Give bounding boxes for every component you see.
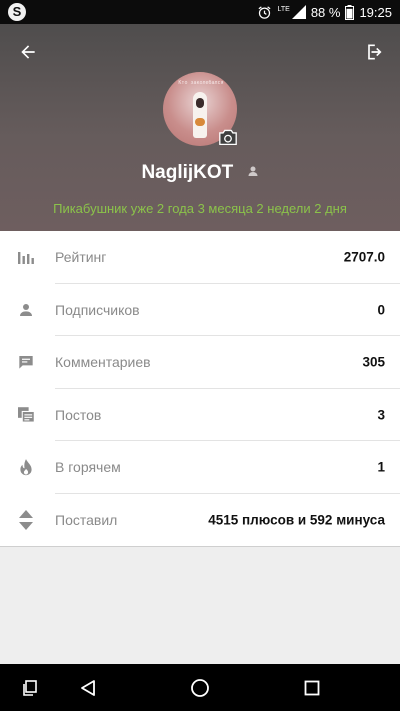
stat-label: Подписчиков: [55, 301, 140, 318]
avatar-caption: Кто заколебался: [178, 80, 224, 86]
bar-chart-icon: [16, 247, 36, 267]
stat-value: 305: [362, 354, 385, 370]
nav-overview-button[interactable]: [282, 664, 342, 711]
recent-apps-button[interactable]: [0, 664, 60, 711]
user-icon: [248, 166, 258, 176]
stat-value: 1: [377, 459, 385, 475]
stat-row-comments: Комментариев 305: [0, 336, 400, 389]
stat-label: Поставил: [55, 511, 118, 528]
alarm-icon: [258, 5, 271, 19]
back-triangle-icon: [81, 679, 95, 696]
overview-square-icon: [304, 680, 320, 695]
stat-label: В горячем: [55, 459, 121, 476]
stat-label: Постов: [55, 406, 102, 423]
skype-icon: S: [8, 3, 26, 21]
tenure-text: Пикабушник уже 2 года 3 месяца 2 недели …: [53, 201, 347, 216]
status-bar: S LTE 88 % 19:25: [0, 0, 400, 24]
battery-percent: 88 %: [310, 4, 341, 20]
stat-row-rating: Рейтинг 2707.0: [0, 231, 400, 284]
stat-value: 0: [377, 302, 385, 318]
avatar-image: [193, 92, 207, 138]
logout-button[interactable]: [360, 38, 388, 66]
status-bar-right: LTE 88 % 19:25: [257, 0, 392, 24]
arrow-back-icon: [21, 45, 35, 59]
divider: [0, 546, 400, 547]
stat-value: 2707.0: [343, 249, 385, 265]
battery-icon: [345, 4, 355, 20]
stat-value: 4515 плюсов и 592 минуса: [208, 512, 385, 528]
clock: 19:25: [359, 4, 392, 20]
back-button[interactable]: [14, 38, 42, 66]
stat-row-subscribers: Подписчиков 0: [0, 284, 400, 336]
username-row: NaglijKOT: [0, 162, 400, 184]
stats-list: Рейтинг 2707.0 Подписчиков 0 Комментарие…: [0, 231, 400, 547]
nav-home-button[interactable]: [170, 664, 230, 711]
vote-arrows-icon: [16, 509, 36, 530]
logout-icon: [368, 44, 382, 60]
stat-row-votes: Поставил 4515 плюсов и 592 минуса: [0, 494, 400, 547]
network-type-label: LTE: [277, 5, 290, 13]
home-circle-icon: [191, 678, 209, 697]
nav-back-button[interactable]: [58, 664, 118, 711]
system-nav-bar: [0, 664, 400, 711]
stat-label: Рейтинг: [55, 249, 107, 266]
username: NaglijKOT: [141, 162, 234, 183]
stat-label: Комментариев: [55, 354, 151, 371]
stat-value: 3: [377, 407, 385, 423]
recent-apps-icon: [23, 679, 37, 696]
stat-row-hot: В горячем 1: [0, 441, 400, 494]
stat-row-posts: Постов 3: [0, 389, 400, 441]
posts-icon: [16, 405, 36, 425]
camera-icon[interactable]: [218, 128, 238, 146]
signal-icon: [291, 5, 306, 19]
comment-icon: [16, 352, 36, 372]
fire-icon: [16, 457, 36, 477]
person-icon: [16, 300, 36, 320]
profile-header: Кто заколебался NaglijKOT Пикабушник уже…: [0, 24, 400, 231]
